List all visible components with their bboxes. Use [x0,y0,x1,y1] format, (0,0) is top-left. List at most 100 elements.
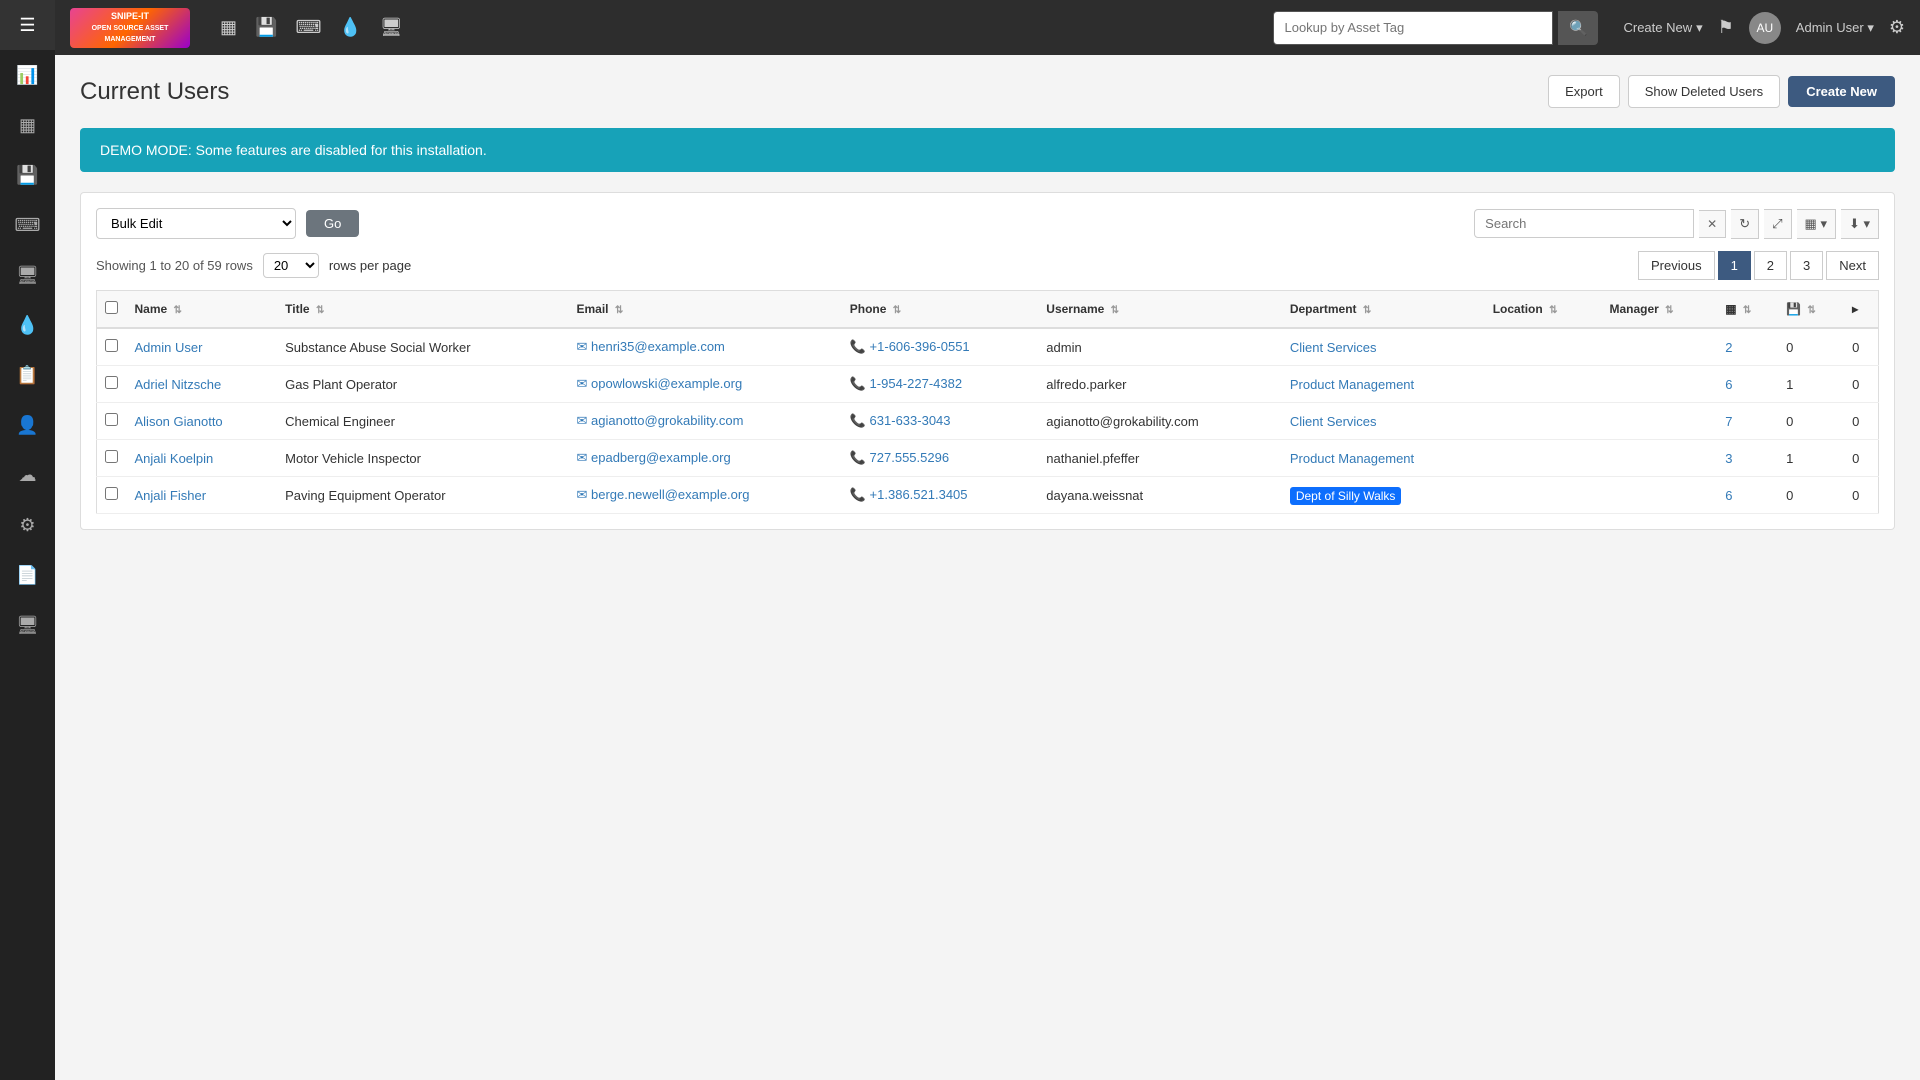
row-phone: 📞 631-633-3043 [842,403,1039,440]
row-assets: 2 [1717,328,1778,366]
topnav-create-new-button[interactable]: Create New ▾ [1623,20,1702,36]
page-3-button[interactable]: 3 [1790,251,1823,280]
row-select-checkbox[interactable] [105,339,118,352]
page-1-button[interactable]: 1 [1718,251,1751,280]
sidebar-users[interactable]: 👤 [0,400,55,450]
display-icon[interactable]: 🖥 [380,17,403,38]
sidebar-accessories[interactable]: ⌨ [0,200,55,250]
table-row: Admin User Substance Abuse Social Worker… [97,328,1879,366]
sidebar-reports[interactable]: 📄 [0,550,55,600]
row-department: Product Management [1282,366,1485,403]
barcode-icon[interactable]: ▦ [220,17,237,38]
row-department: Client Services [1282,328,1485,366]
flag-icon[interactable]: ⚑ [1718,17,1734,38]
row-location [1485,440,1602,477]
row-assets: 6 [1717,366,1778,403]
go-button[interactable]: Go [306,210,359,237]
asset-tag-input[interactable] [1273,11,1553,45]
next-button[interactable]: Next [1826,251,1879,280]
main-wrapper: SNIPE-ITOPEN SOURCE ASSET MANAGEMENT ▦ 💾… [55,0,1920,1080]
row-username: nathaniel.pfeffer [1038,440,1282,477]
row-manager [1601,477,1717,514]
select-all-header [97,291,127,329]
row-name: Anjali Fisher [127,477,278,514]
fullscreen-button[interactable]: ⤢ [1764,209,1791,239]
per-page-select[interactable]: 10 20 50 100 [263,253,319,278]
drop-icon[interactable]: 💧 [339,17,361,38]
row-username: agianotto@grokability.com [1038,403,1282,440]
row-accessories: 0 [1844,477,1878,514]
sidebar: ☰ 📊 ▦ 💾 ⌨ 🖥 💧 📋 👤 ☁ ⚙ 📄 🖥 [0,0,55,1080]
keyboard-icon[interactable]: ⌨ [295,17,321,38]
sidebar-settings[interactable]: ⚙ [0,500,55,550]
download-button[interactable]: ⬇ ▾ [1841,209,1879,239]
row-phone: 📞 727.555.5296 [842,440,1039,477]
page-content: Current Users Export Show Deleted Users … [55,55,1920,1080]
search-input[interactable] [1474,209,1694,238]
row-email: ✉ henri35@example.com [569,328,842,366]
columns-button[interactable]: ▦ ▾ [1797,209,1836,239]
rows-per-page-label: rows per page [329,258,411,273]
sidebar-menu-toggle[interactable]: ☰ [0,0,55,50]
licenses-header: 💾 ⇅ [1778,291,1844,329]
title-header: Title ⇅ [277,291,568,329]
row-username: alfredo.parker [1038,366,1282,403]
page-title: Current Users [80,78,229,106]
row-licenses: 1 [1778,440,1844,477]
row-location [1485,328,1602,366]
row-title: Motor Vehicle Inspector [277,440,568,477]
accessories-header: ▸ [1844,291,1878,329]
admin-user-button[interactable]: Admin User ▾ [1796,20,1874,36]
email-header: Email ⇅ [569,291,842,329]
page-header: Current Users Export Show Deleted Users … [80,75,1895,108]
logo: SNIPE-ITOPEN SOURCE ASSET MANAGEMENT [70,8,190,48]
sidebar-components[interactable]: 🖥 [0,250,55,300]
export-button[interactable]: Export [1548,75,1620,108]
topnav-icons: ▦ 💾 ⌨ 💧 🖥 [220,17,403,38]
row-licenses: 0 [1778,477,1844,514]
search-button[interactable]: 🔍 [1558,11,1598,45]
create-new-button[interactable]: Create New [1788,76,1895,107]
row-assets: 3 [1717,440,1778,477]
row-phone: 📞 1-954-227-4382 [842,366,1039,403]
row-name: Alison Gianotto [127,403,278,440]
settings-icon[interactable]: ⚙ [1889,17,1905,38]
phone-header: Phone ⇅ [842,291,1039,329]
assets-header: ▦ ⇅ [1717,291,1778,329]
row-email: ✉ epadberg@example.org [569,440,842,477]
search-clear-button[interactable]: ✕ [1699,210,1726,238]
sidebar-licenses[interactable]: 💾 [0,150,55,200]
save-icon[interactable]: 💾 [255,17,277,38]
row-accessories: 0 [1844,366,1878,403]
row-email: ✉ opowlowski@example.org [569,366,842,403]
row-manager [1601,366,1717,403]
row-email: ✉ agianotto@grokability.com [569,403,842,440]
sidebar-assets[interactable]: ▦ [0,100,55,150]
table-body: Admin User Substance Abuse Social Worker… [97,328,1879,514]
search-area: ✕ ↻ ⤢ ▦ ▾ ⬇ ▾ [1474,209,1879,239]
sidebar-kiosk[interactable]: 🖥 [0,600,55,650]
row-title: Gas Plant Operator [277,366,568,403]
sidebar-cloud[interactable]: ☁ [0,450,55,500]
previous-button[interactable]: Previous [1638,251,1715,280]
row-select-checkbox[interactable] [105,450,118,463]
row-name: Anjali Koelpin [127,440,278,477]
select-all-checkbox[interactable] [105,301,118,314]
row-select-checkbox[interactable] [105,487,118,500]
demo-banner: DEMO MODE: Some features are disabled fo… [80,128,1895,172]
topnav-search: 🔍 [1273,11,1598,45]
sidebar-consumables[interactable]: 💧 [0,300,55,350]
sidebar-dashboard[interactable]: 📊 [0,50,55,100]
page-2-button[interactable]: 2 [1754,251,1787,280]
show-deleted-users-button[interactable]: Show Deleted Users [1628,75,1781,108]
row-select-checkbox[interactable] [105,413,118,426]
sidebar-activity[interactable]: 📋 [0,350,55,400]
bulk-edit-select[interactable]: Bulk Edit Delete Selected Activate Selec… [96,208,296,239]
row-select-checkbox[interactable] [105,376,118,389]
row-checkbox [97,328,127,366]
department-highlight-badge: Dept of Silly Walks [1290,487,1402,505]
table-row: Alison Gianotto Chemical Engineer ✉ agia… [97,403,1879,440]
row-manager [1601,328,1717,366]
row-assets: 6 [1717,477,1778,514]
refresh-button[interactable]: ↻ [1731,209,1759,239]
